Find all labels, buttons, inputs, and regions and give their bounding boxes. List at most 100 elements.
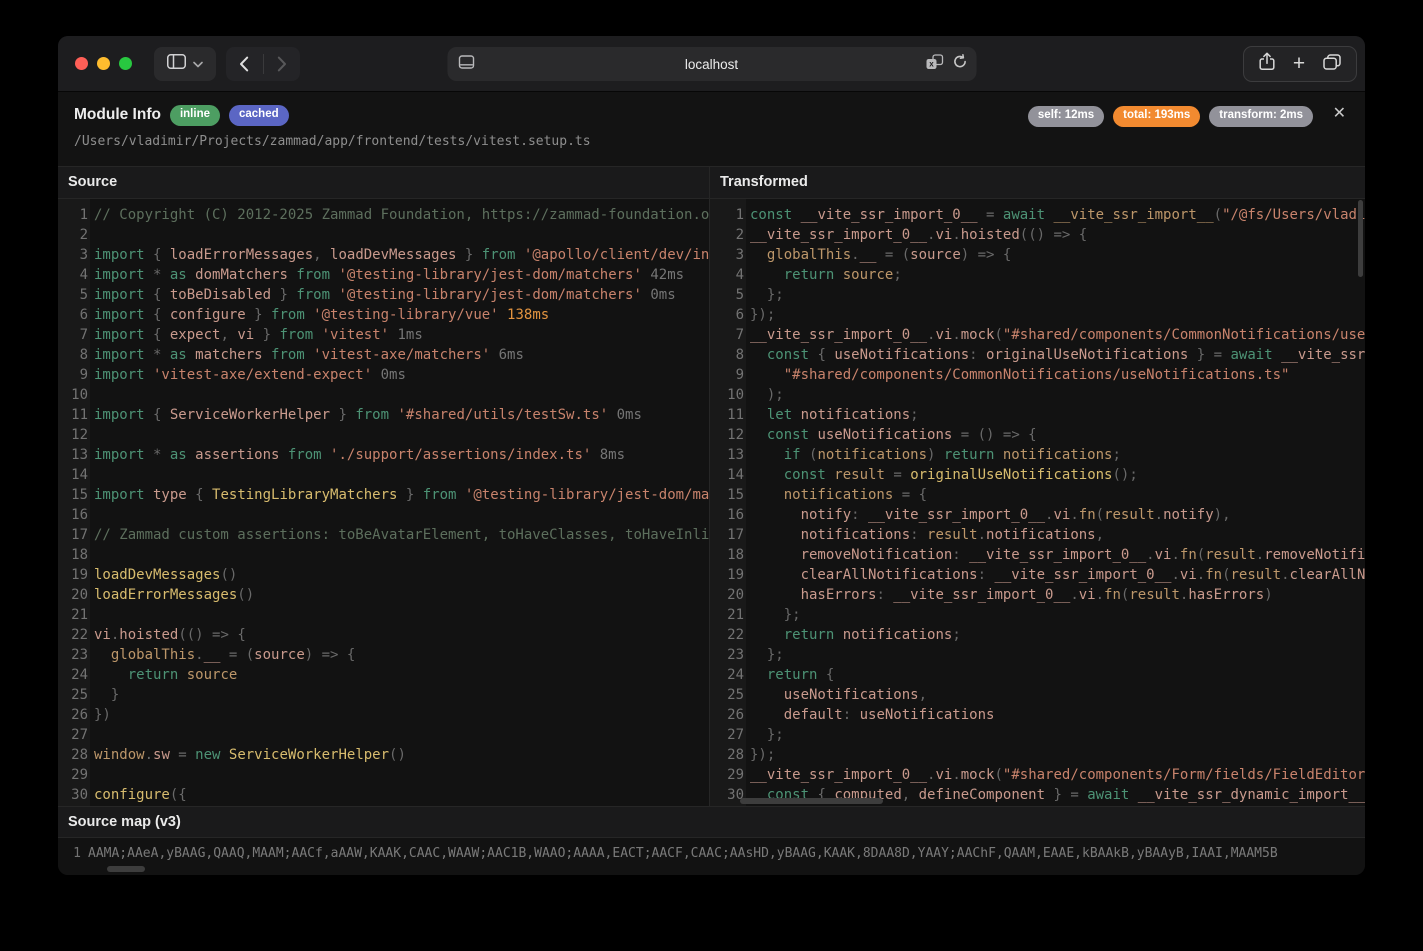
code-line: 13import * as assertions from './support…	[58, 445, 709, 465]
code-line: 28});	[710, 745, 1365, 765]
module-info-header: Module Info inlinecached /Users/vladimir…	[58, 92, 1365, 166]
translate-icon[interactable]: x	[925, 54, 943, 75]
transformed-panel: Transformed 1const __vite_ssr_import_0__…	[710, 167, 1365, 806]
code-line: 12 const useNotifications = () => {	[710, 425, 1365, 445]
code-line: 8import * as matchers from 'vitest-axe/m…	[58, 345, 709, 365]
module-badges: inline cached	[170, 105, 289, 126]
code-line: 3 globalThis.__ = (source) => {	[710, 245, 1365, 265]
code-line: 19loadDevMessages()	[58, 565, 709, 585]
code-line: 17 notifications: result.notifications,	[710, 525, 1365, 545]
close-icon[interactable]: ✕	[1329, 102, 1350, 126]
code-line: 4 return source;	[710, 265, 1365, 285]
code-line: 5import { toBeDisabled } from '@testing-…	[58, 285, 709, 305]
source-panel: Source 1// Copyright (C) 2012-2025 Zamma…	[58, 167, 710, 806]
code-line: 8 const { useNotifications: originalUseN…	[710, 345, 1365, 365]
traffic-lights	[58, 57, 132, 70]
code-line: 29	[58, 765, 709, 785]
tab-overview-icon[interactable]	[1323, 54, 1341, 75]
code-line: 7__vite_ssr_import_0__.vi.mock("#shared/…	[710, 325, 1365, 345]
close-window-button[interactable]	[75, 57, 88, 70]
code-line: 3import { loadErrorMessages, loadDevMess…	[58, 245, 709, 265]
page-title: Module Info	[74, 106, 161, 124]
code-line: 11 let notifications;	[710, 405, 1365, 425]
code-line: 6});	[710, 305, 1365, 325]
code-line: 27	[58, 725, 709, 745]
code-line: 21 };	[710, 605, 1365, 625]
vertical-scrollbar-thumb[interactable]	[1358, 200, 1363, 277]
navigation-buttons	[226, 47, 300, 81]
share-icon[interactable]	[1259, 52, 1275, 76]
code-line: 1const __vite_ssr_import_0__ = await __v…	[710, 205, 1365, 225]
code-line: 15 notifications = {	[710, 485, 1365, 505]
code-line: 18 removeNotification: __vite_ssr_import…	[710, 545, 1365, 565]
code-line: 25 useNotifications,	[710, 685, 1365, 705]
code-line: 2__vite_ssr_import_0__.vi.hoisted(() => …	[710, 225, 1365, 245]
sourcemap-content[interactable]: 1 AAMA;AAeA,yBAAG,QAAQ,MAAM;AACf,aAAW,KA…	[58, 838, 1365, 875]
status-badge: cached	[229, 105, 289, 126]
sidebar-toggle-button[interactable]	[154, 47, 216, 81]
sourcemap-line-number: 1	[58, 844, 81, 864]
forward-button[interactable]	[264, 47, 301, 81]
source-code-area[interactable]: 1// Copyright (C) 2012-2025 Zammad Found…	[58, 199, 709, 806]
browser-toolbar: localhost x +	[58, 36, 1365, 92]
url-text: localhost	[447, 57, 976, 72]
code-line: 1// Copyright (C) 2012-2025 Zammad Found…	[58, 205, 709, 225]
code-line: 14 const result = originalUseNotificatio…	[710, 465, 1365, 485]
code-line: 16	[58, 505, 709, 525]
code-line: 21	[58, 605, 709, 625]
toolbar-right-group: +	[1243, 46, 1357, 82]
source-panel-title: Source	[58, 167, 709, 199]
horizontal-scrollbar-thumb[interactable]	[107, 866, 145, 872]
horizontal-scrollbar-thumb[interactable]	[740, 798, 883, 804]
code-line: 15import type { TestingLibraryMatchers }…	[58, 485, 709, 505]
code-line: 5 };	[710, 285, 1365, 305]
code-line: 27 };	[710, 725, 1365, 745]
code-line: 13 if (notifications) return notificatio…	[710, 445, 1365, 465]
code-line: 19 clearAllNotifications: __vite_ssr_imp…	[710, 565, 1365, 585]
sourcemap-title: Source map (v3)	[58, 806, 1365, 838]
code-line: 2	[58, 225, 709, 245]
code-line: 26})	[58, 705, 709, 725]
sourcemap-section: Source map (v3) 1 AAMA;AAeA,yBAAG,QAAQ,M…	[58, 806, 1365, 875]
code-line: 9 "#shared/components/CommonNotification…	[710, 365, 1365, 385]
back-button[interactable]	[226, 47, 263, 81]
code-line: 23 globalThis.__ = (source) => {	[58, 645, 709, 665]
transformed-panel-title: Transformed	[710, 167, 1365, 199]
code-line: 24 return {	[710, 665, 1365, 685]
timing-badge: total: 193ms	[1113, 106, 1200, 127]
code-line: 7import { expect, vi } from 'vitest' 1ms	[58, 325, 709, 345]
chevron-down-icon	[193, 55, 203, 73]
code-line: 9import 'vitest-axe/extend-expect' 0ms	[58, 365, 709, 385]
minimize-window-button[interactable]	[97, 57, 110, 70]
new-tab-button[interactable]: +	[1293, 53, 1305, 74]
code-line: 28window.sw = new ServiceWorkerHelper()	[58, 745, 709, 765]
address-bar[interactable]: localhost x	[447, 47, 976, 81]
status-badge: inline	[170, 105, 220, 126]
code-line: 18	[58, 545, 709, 565]
code-line: 14	[58, 465, 709, 485]
code-line: 25 }	[58, 685, 709, 705]
screen: localhost x +	[0, 0, 1423, 951]
code-line: 30configure({	[58, 785, 709, 805]
code-line: 24 return source	[58, 665, 709, 685]
code-line: 22vi.hoisted(() => {	[58, 625, 709, 645]
reload-icon[interactable]	[952, 54, 967, 74]
code-line: 22 return notifications;	[710, 625, 1365, 645]
code-panels: Source 1// Copyright (C) 2012-2025 Zamma…	[58, 166, 1365, 806]
code-line: 20 hasErrors: __vite_ssr_import_0__.vi.f…	[710, 585, 1365, 605]
code-line: 10 );	[710, 385, 1365, 405]
zoom-window-button[interactable]	[119, 57, 132, 70]
timing-metrics: self: 12mstotal: 193mstransform: 2ms	[1028, 106, 1313, 127]
transformed-code-area[interactable]: 1const __vite_ssr_import_0__ = await __v…	[710, 199, 1365, 806]
code-line: 10	[58, 385, 709, 405]
code-line: 17// Zammad custom assertions: toBeAvata…	[58, 525, 709, 545]
timing-badge: self: 12ms	[1028, 106, 1104, 127]
code-line: 26 default: useNotifications	[710, 705, 1365, 725]
code-line: 20loadErrorMessages()	[58, 585, 709, 605]
code-line: 11import { ServiceWorkerHelper } from '#…	[58, 405, 709, 425]
code-line: 16 notify: __vite_ssr_import_0__.vi.fn(r…	[710, 505, 1365, 525]
code-line: 23 };	[710, 645, 1365, 665]
code-line: 6import { configure } from '@testing-lib…	[58, 305, 709, 325]
code-line: 29__vite_ssr_import_0__.vi.mock("#shared…	[710, 765, 1365, 785]
sidebar-icon	[167, 54, 186, 74]
